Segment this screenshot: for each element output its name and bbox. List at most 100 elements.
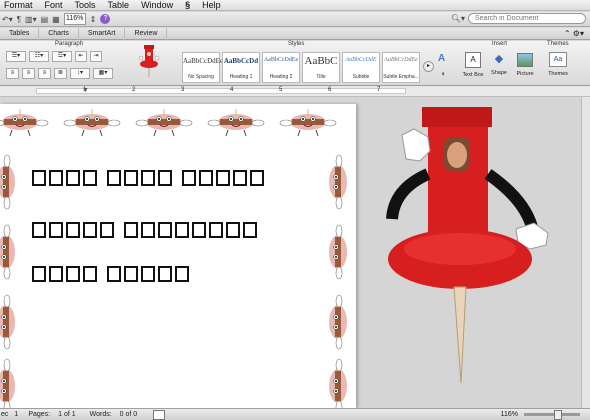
ribbon-tabs: Tables Charts SmartArt Review ⌃ ⚙︎▾ [0,27,590,40]
missing-glyph-box [141,170,155,186]
text-box-icon: A [465,52,481,68]
increase-indent-icon[interactable]: ⇥ [90,51,102,62]
glyph-word [107,170,172,186]
style-sample: AaBbCcDdEe [183,57,224,65]
missing-glyph-box [66,266,80,282]
vertical-scrollbar[interactable] [581,97,590,408]
ruler-label: 6 [328,87,332,93]
missing-glyph-box [182,170,196,186]
missing-glyph-box [100,222,114,238]
zoom-slider[interactable] [524,410,580,420]
script-icon[interactable]: § [185,0,190,11]
missing-glyph-box [192,222,206,238]
style-label: Heading 1 [229,74,253,80]
themes-button[interactable]: Aa Themes [543,51,573,83]
missing-glyph-box [107,170,121,186]
style-subtle-emphasis[interactable]: AaBbCcDdEe Subtle Empha... [382,52,420,83]
search-scope-icon[interactable]: 🔍︎▾ [451,13,465,24]
menu-item-window[interactable]: Window [141,0,173,11]
menu-item-font[interactable]: Font [45,0,63,11]
missing-glyph-box [83,170,97,186]
insert-label: Text Box [462,72,484,78]
indent-marker-icon[interactable]: ▼ [82,87,89,94]
missing-glyph-box [175,266,189,282]
zoom-stepper-icon[interactable]: ⇕ [90,14,97,25]
ruler-label: 2 [132,87,136,93]
menu-item-tools[interactable]: Tools [75,0,96,11]
numbering-icon[interactable]: ☷▾ [29,51,49,62]
missing-glyph-box [124,222,138,238]
search-input[interactable] [468,13,586,24]
pages-value: 1 of 1 [58,411,76,418]
menu-item-help[interactable]: Help [202,0,221,11]
missing-glyph-box [209,222,223,238]
outline-icon[interactable]: ☲▾ [52,51,72,62]
style-sample: AaBbCcDdEe [384,57,418,63]
tab-charts[interactable]: Charts [39,27,79,40]
style-subtitle[interactable]: AaBbCcDdE Subtitle [342,52,380,83]
picture-icon [517,53,533,67]
styles-scroll-icon[interactable]: ▸ [423,61,434,72]
missing-glyph-box [107,266,121,282]
align-left-icon[interactable]: ≡ [6,68,19,79]
tab-smartart[interactable]: SmartArt [79,27,126,40]
bullets-icon[interactable]: ☰▾ [6,51,26,62]
line-spacing-icon[interactable]: ↕▾ [70,68,90,79]
gallery-icon[interactable]: ▤ [41,14,49,25]
style-sample: AaBbCcDdEe [263,57,299,63]
paragraph-marks-icon[interactable]: ¶ [17,14,21,25]
missing-glyph-box [243,222,257,238]
align-right-icon[interactable]: ≡ [38,68,51,79]
document-line [32,170,264,186]
zoom-slider-thumb[interactable] [554,410,562,420]
missing-glyph-box [175,222,189,238]
zoom-field[interactable]: 116% [63,13,86,25]
style-no-spacing[interactable]: AaBbCcDdEe No Spacing [182,52,224,83]
style-heading-1[interactable]: AaBbCcDd Heading 1 [222,52,260,83]
missing-glyph-box [226,222,240,238]
missing-glyph-box [32,266,46,282]
align-center-icon[interactable]: ≡ [22,68,35,79]
missing-glyph-box [250,170,264,186]
group-title-styles: Styles [288,41,305,47]
document-workspace [0,97,590,408]
paragraph-controls: ☰▾ ☷▾ ☲▾ ⇤ ⇥ ≡ ≡ ≡ ≣ ↕▾ ▦▾ [6,51,124,81]
ribbon-collapse-icon[interactable]: ⌃ ⚙︎▾ [564,29,584,38]
insert-shape[interactable]: ◆ Shape [488,51,510,83]
style-heading-2[interactable]: AaBbCcDdEe Heading 2 [262,52,300,83]
decrease-indent-icon[interactable]: ⇤ [75,51,87,62]
document-line [32,222,257,238]
style-label: No Spacing [188,74,214,80]
justify-icon[interactable]: ≣ [54,68,67,79]
horizontal-ruler[interactable]: 1 2 3 4 5 6 7 ▼ [0,86,590,97]
document-line [32,266,189,282]
pushpin-mascot-illustration [386,107,549,384]
missing-glyph-box [141,266,155,282]
shape-icon: ◆ [494,53,504,65]
shading-icon[interactable]: ▦▾ [93,68,113,79]
document-page[interactable] [0,104,356,408]
style-title[interactable]: AaBbC Title [302,52,340,83]
missing-glyph-box [32,170,46,186]
glyph-word [182,170,264,186]
group-title-insert: Insert [492,41,508,47]
missing-glyph-box [66,170,80,186]
insert-text-box[interactable]: A Text Box [460,51,486,83]
style-label: Title [316,74,326,80]
insert-picture[interactable]: Picture [512,51,538,83]
sidebar-icon[interactable]: ▥▾ [25,14,37,25]
theme-colors-icon[interactable]: ◑ [440,69,445,78]
style-label: Subtitle [352,74,370,80]
text-styles-icon[interactable]: A [438,53,445,64]
help-icon[interactable]: ? [100,14,111,24]
zoom-level: 116% [500,411,518,418]
pushpin-mascot-small-icon [138,45,160,77]
proofing-icon[interactable] [153,409,166,420]
menu-item-format[interactable]: Format [4,0,33,11]
menu-item-table[interactable]: Table [108,0,130,11]
toolbox-icon[interactable]: ▦ [52,14,60,25]
cartoon-border-decoration [0,108,348,408]
tab-tables[interactable]: Tables [0,27,40,40]
tab-review[interactable]: Review [125,27,168,40]
undo-icon[interactable]: ↶▾ [2,14,13,25]
